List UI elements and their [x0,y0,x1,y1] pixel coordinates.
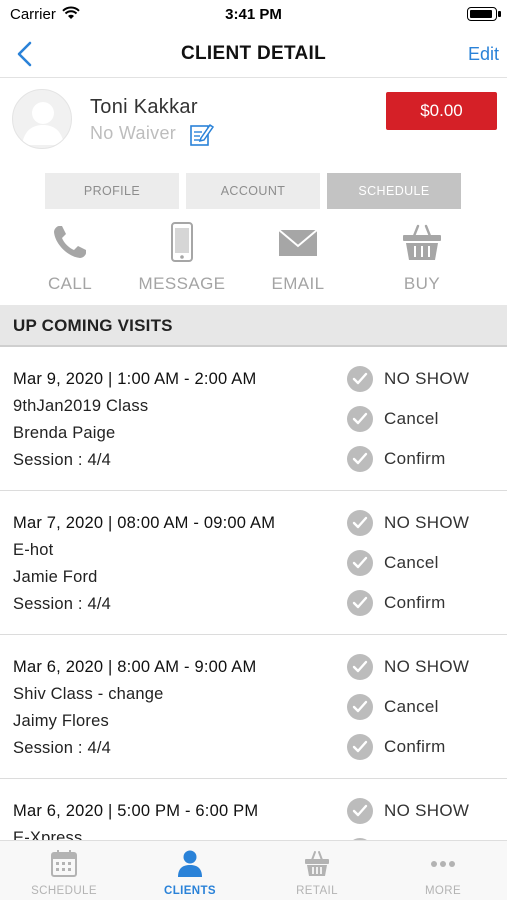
section-title: UP COMING VISITS [13,316,173,335]
visit-datetime: Mar 6, 2020 | 8:00 AM - 9:00 AM [13,658,257,676]
confirm-label: Confirm [384,737,446,756]
upcoming-visits-header: UP COMING VISITS [0,305,507,347]
visit-datetime: Mar 7, 2020 | 08:00 AM - 09:00 AM [13,514,276,532]
visit-session: Session : 4/4 [13,739,111,757]
check-circle-icon [347,694,373,720]
message-button[interactable]: MESSAGE [127,218,237,302]
battery-icon [467,7,501,21]
check-circle-icon [347,446,373,472]
cancel-label: Cancel [384,553,439,572]
tab-account[interactable]: ACCOUNT [186,173,320,209]
ellipsis-icon [430,849,456,877]
email-button[interactable]: EMAIL [243,218,353,302]
tabbar-item-clients[interactable]: CLIENTS [127,841,253,900]
mobile-phone-icon [162,222,202,262]
no-show-label: NO SHOW [384,513,470,532]
check-circle-icon [347,366,373,392]
check-circle-icon [347,654,373,680]
basket-icon [402,222,442,262]
avatar-placeholder-icon [12,89,72,149]
check-circle-icon [347,406,373,432]
visit-class: E-Xpress [13,829,83,840]
clock-time: 3:41 PM [225,6,282,23]
person-icon [177,849,203,877]
tabbar-label: SCHEDULE [31,885,97,897]
check-circle-icon [347,734,373,760]
confirm-option[interactable]: Confirm [347,590,497,616]
visit-staff: Jamie Ford [13,568,98,586]
cancel-label: Cancel [384,697,439,716]
buy-button[interactable]: BUY [367,218,477,302]
visit-datetime: Mar 6, 2020 | 5:00 PM - 6:00 PM [13,802,259,820]
confirm-option[interactable]: Confirm [347,446,497,472]
check-circle-icon [347,798,373,824]
client-header: Toni Kakkar No Waiver $0.00 [0,79,507,165]
tabbar-label: RETAIL [296,885,338,897]
no-show-option[interactable]: NO SHOW [347,366,497,392]
visits-list[interactable]: Mar 9, 2020 | 1:00 AM - 2:00 AM 9thJan20… [0,347,507,840]
confirm-option[interactable]: Confirm [347,734,497,760]
page-title: CLIENT DETAIL [181,43,326,64]
confirm-label: Confirm [384,593,446,612]
visit-class: 9thJan2019 Class [13,397,149,415]
edit-button[interactable]: Edit [468,44,499,65]
no-show-option[interactable]: NO SHOW [347,654,497,680]
tab-profile[interactable]: PROFILE [45,173,179,209]
cancel-option[interactable]: Cancel [347,406,497,432]
visit-session: Session : 4/4 [13,451,111,469]
call-label: CALL [47,274,93,293]
tab-schedule[interactable]: SCHEDULE [327,173,461,209]
waiver-status: No Waiver [90,123,177,143]
visit-session: Session : 4/4 [13,595,111,613]
call-button[interactable]: CALL [15,218,125,302]
no-show-label: NO SHOW [384,369,470,388]
balance-button[interactable]: $0.00 [386,92,497,130]
basket-icon [304,849,330,877]
calendar-icon [51,849,77,877]
tabbar-item-retail[interactable]: RETAIL [254,841,380,900]
envelope-icon [278,222,318,262]
no-show-label: NO SHOW [384,657,470,676]
visit-staff: Jaimy Flores [13,712,109,730]
sign-document-icon[interactable] [188,121,215,147]
no-show-label: NO SHOW [384,801,470,820]
visit-class: E-hot [13,541,54,559]
no-show-option[interactable]: NO SHOW [347,510,497,536]
cancel-option[interactable]: Cancel [347,550,497,576]
cancel-label: Cancel [384,409,439,428]
phone-icon [50,222,90,262]
check-circle-icon [347,550,373,576]
bottom-tab-bar: SCHEDULE CLIENTS RETAIL MORE [0,840,507,900]
client-name: Toni Kakkar [90,96,198,118]
visit-datetime: Mar 9, 2020 | 1:00 AM - 2:00 AM [13,370,257,388]
status-bar: Carrier 3:41 PM [0,0,507,30]
navigation-bar: CLIENT DETAIL Edit [0,30,507,78]
tabbar-item-schedule[interactable]: SCHEDULE [1,841,127,900]
visit-item: Mar 6, 2020 | 5:00 PM - 6:00 PM E-Xpress… [0,779,507,840]
buy-label: BUY [403,274,441,293]
check-circle-icon [347,590,373,616]
visit-class: Shiv Class - change [13,685,164,703]
message-label: MESSAGE [138,274,226,293]
cancel-option[interactable]: Cancel [347,694,497,720]
confirm-label: Confirm [384,449,446,468]
tabbar-label: MORE [424,885,462,897]
tabbar-item-more[interactable]: MORE [380,841,506,900]
visit-item: Mar 6, 2020 | 8:00 AM - 9:00 AM Shiv Cla… [0,635,507,779]
visit-item: Mar 9, 2020 | 1:00 AM - 2:00 AM 9thJan20… [0,347,507,491]
contact-actions: CALL MESSAGE EMAIL BUY [0,218,507,302]
tabbar-label: CLIENTS [164,885,216,897]
client-tabs: PROFILE ACCOUNT SCHEDULE [45,173,463,209]
visit-item: Mar 7, 2020 | 08:00 AM - 09:00 AM E-hot … [0,491,507,635]
check-circle-icon [347,510,373,536]
email-label: EMAIL [271,274,325,293]
visit-staff: Brenda Paige [13,424,116,442]
no-show-option[interactable]: NO SHOW [347,798,497,824]
